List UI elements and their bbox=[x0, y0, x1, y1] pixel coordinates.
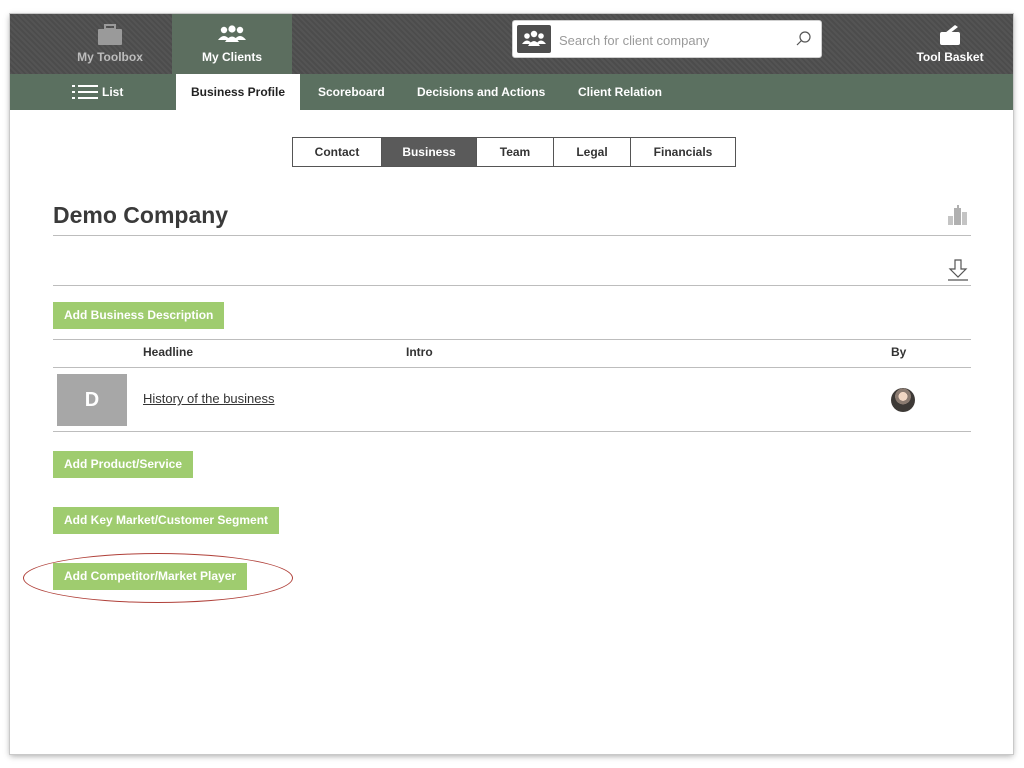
subtab-team[interactable]: Team bbox=[477, 138, 554, 166]
my-clients-label: My Clients bbox=[201, 50, 262, 64]
tab-business-profile[interactable]: Business Profile bbox=[176, 74, 300, 110]
subtab-legal[interactable]: Legal bbox=[554, 138, 631, 166]
list-label: List bbox=[102, 85, 124, 99]
basket-icon bbox=[940, 25, 960, 45]
search-input[interactable] bbox=[557, 28, 781, 52]
row-headline-link[interactable]: History of the business bbox=[143, 391, 275, 406]
avatar bbox=[891, 388, 915, 412]
company-title: Demo Company bbox=[53, 202, 229, 228]
my-toolbox-button[interactable]: My Toolbox bbox=[66, 14, 154, 74]
title-divider bbox=[53, 235, 971, 236]
subtab-business[interactable]: Business bbox=[382, 138, 477, 166]
search-icon[interactable] bbox=[795, 30, 813, 48]
app-window: My Toolbox My Clients Search for client … bbox=[10, 14, 1013, 754]
tool-basket-button[interactable]: Tool Basket bbox=[905, 14, 995, 74]
list-button[interactable]: List bbox=[72, 74, 152, 110]
col-header-by: By bbox=[891, 345, 907, 359]
col-header-intro: Intro bbox=[406, 345, 433, 359]
buildings-icon[interactable] bbox=[947, 204, 969, 226]
subtab-contact[interactable]: Contact bbox=[293, 138, 382, 166]
download-icon[interactable] bbox=[946, 259, 970, 281]
add-business-description-button[interactable]: Add Business Description bbox=[53, 302, 225, 329]
add-competitor-button[interactable]: Add Competitor/Market Player bbox=[53, 563, 248, 590]
business-subtabs: Contact Business Team Legal Financials bbox=[292, 137, 736, 167]
top-bar: My Toolbox My Clients Search for client … bbox=[10, 14, 1013, 74]
table-top-divider bbox=[53, 339, 971, 340]
subtab-financials[interactable]: Financials bbox=[631, 138, 735, 166]
col-header-headline: Headline bbox=[143, 345, 194, 359]
my-toolbox-label: My Toolbox bbox=[77, 50, 143, 64]
table-header-divider bbox=[53, 367, 971, 368]
main-nav: List Business Profile Scoreboard Decisio… bbox=[10, 74, 1013, 110]
toolbar-divider bbox=[53, 285, 971, 286]
row-initial-tile[interactable]: D bbox=[57, 374, 127, 426]
search-users-icon bbox=[517, 25, 551, 53]
tab-client-relation[interactable]: Client Relation bbox=[578, 74, 662, 110]
tool-basket-label: Tool Basket bbox=[916, 50, 984, 64]
client-search bbox=[512, 20, 822, 58]
list-icon bbox=[72, 85, 98, 99]
add-product-service-button[interactable]: Add Product/Service bbox=[53, 451, 194, 478]
tab-decisions-and-actions[interactable]: Decisions and Actions bbox=[417, 74, 545, 110]
table-bottom-divider bbox=[53, 431, 971, 432]
briefcase-icon bbox=[98, 24, 122, 45]
add-key-market-button[interactable]: Add Key Market/Customer Segment bbox=[53, 507, 280, 534]
tab-scoreboard[interactable]: Scoreboard bbox=[318, 74, 385, 110]
users-icon bbox=[218, 25, 246, 42]
my-clients-button[interactable]: My Clients bbox=[172, 14, 292, 74]
